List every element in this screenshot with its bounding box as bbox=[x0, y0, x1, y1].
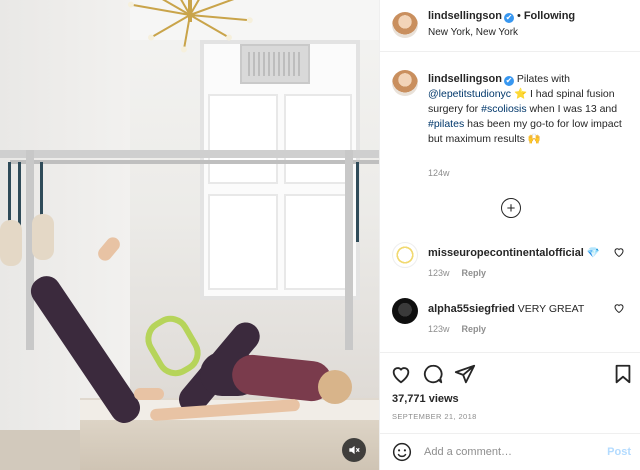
air-conditioner bbox=[240, 44, 310, 84]
caption-avatar[interactable] bbox=[392, 70, 418, 96]
comment-item: misseuropecontinentalofficial 💎 123w Repl… bbox=[380, 242, 640, 302]
post-header: lindsellingson ✔ • Following New York, New … bbox=[380, 0, 640, 52]
plus-icon: + bbox=[506, 199, 516, 217]
person-head bbox=[318, 370, 352, 404]
reply-button[interactable]: Reply bbox=[462, 268, 487, 278]
caption-timestamp[interactable]: 124w bbox=[428, 168, 450, 178]
bookmark-icon[interactable] bbox=[612, 363, 634, 385]
caption-text: when I was 13 and bbox=[526, 103, 618, 115]
hashtag-link[interactable]: #scoliosis bbox=[481, 103, 527, 115]
avatar[interactable] bbox=[392, 12, 418, 38]
caption-username[interactable]: lindsellingson bbox=[428, 73, 502, 85]
heart-icon[interactable] bbox=[613, 302, 625, 314]
comment-text: 💎 bbox=[583, 247, 600, 259]
comment-text: VERY GREAT bbox=[514, 303, 585, 315]
mute-icon bbox=[349, 445, 360, 455]
comment-timestamp[interactable]: 123w bbox=[428, 324, 450, 334]
comment-icon[interactable] bbox=[422, 363, 444, 385]
caption-text: Pilates with bbox=[513, 73, 570, 85]
reply-button[interactable]: Reply bbox=[462, 324, 487, 334]
post-video[interactable] bbox=[0, 0, 379, 470]
person-torso bbox=[230, 352, 334, 404]
reformer-frame bbox=[0, 150, 379, 158]
comment-username[interactable]: misseuropecontinentalofficial bbox=[428, 247, 584, 259]
verified-icon: ✔ bbox=[503, 13, 514, 23]
comment-input[interactable] bbox=[424, 446, 584, 458]
header-username[interactable]: lindsellingson bbox=[428, 10, 502, 22]
emoji-icon[interactable] bbox=[392, 442, 412, 462]
like-heart-icon[interactable] bbox=[390, 363, 412, 385]
location-link[interactable]: New York, New York bbox=[428, 27, 518, 38]
following-button[interactable]: Following bbox=[524, 10, 575, 22]
heart-icon[interactable] bbox=[613, 246, 625, 258]
load-more-comments-button[interactable]: + bbox=[501, 198, 521, 218]
comment-item: alpha55siegfried VERY GREAT 123w Reply bbox=[380, 298, 640, 358]
verified-icon: ✔ bbox=[503, 76, 514, 86]
post-modal: lindsellingson ✔ • Following New York, New … bbox=[0, 0, 640, 470]
mute-button[interactable] bbox=[342, 438, 366, 462]
comment-timestamp[interactable]: 123w bbox=[428, 268, 450, 278]
share-icon[interactable] bbox=[454, 363, 476, 385]
hashtag-link[interactable]: #pilates bbox=[428, 118, 464, 130]
post-comment-button[interactable]: Post bbox=[607, 446, 631, 458]
post-caption: lindsellingson ✔ Pilates with @lepetitstu… bbox=[428, 72, 634, 147]
mention-link[interactable]: @lepetitstudionyc bbox=[428, 88, 511, 100]
comment-avatar[interactable] bbox=[392, 298, 418, 324]
comment-avatar[interactable] bbox=[392, 242, 418, 268]
add-comment-bar: Post bbox=[380, 433, 640, 470]
post-date[interactable]: SEPTEMBER 21, 2018 bbox=[392, 412, 477, 421]
post-sidebar: lindsellingson ✔ • Following New York, New … bbox=[379, 0, 640, 470]
separator-dot: • bbox=[516, 10, 521, 22]
view-count[interactable]: 37,771 views bbox=[392, 393, 459, 405]
comment-username[interactable]: alpha55siegfried bbox=[428, 303, 515, 315]
action-bar: 37,771 views SEPTEMBER 21, 2018 Post bbox=[380, 352, 640, 470]
